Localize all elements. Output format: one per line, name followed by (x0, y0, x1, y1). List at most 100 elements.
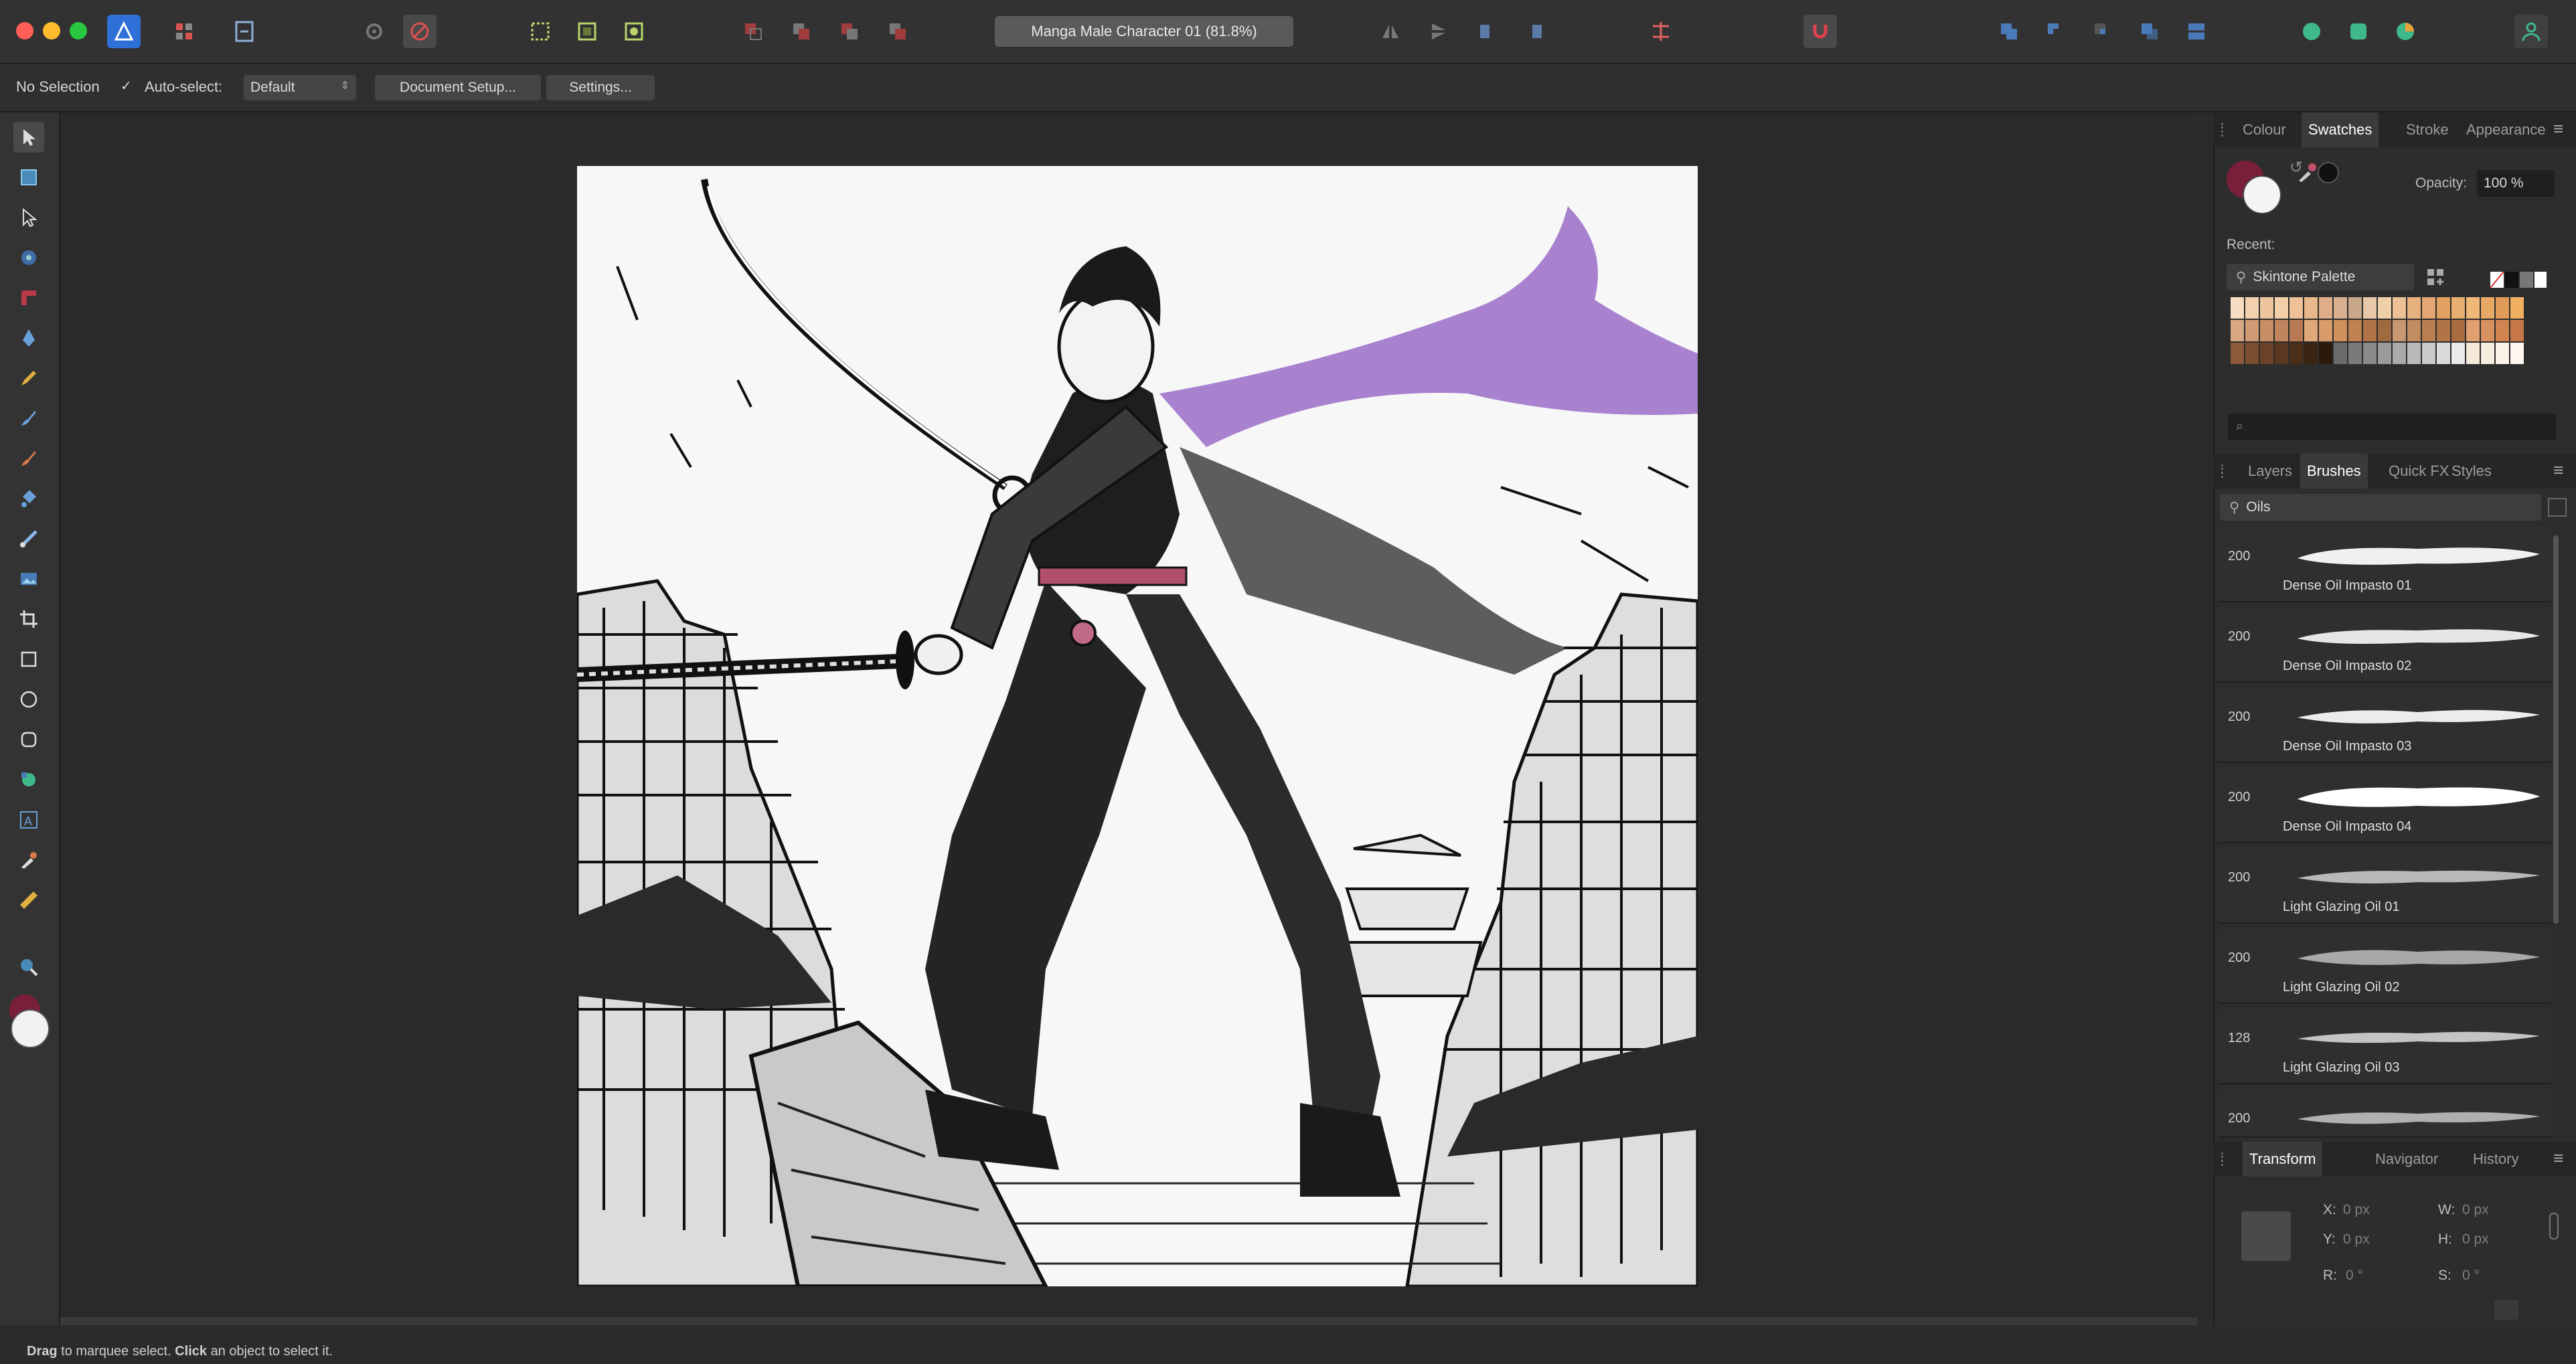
swatch-cell[interactable] (2304, 320, 2318, 341)
swatch-cell[interactable] (2231, 320, 2244, 341)
arrange-front-icon[interactable] (881, 15, 914, 48)
snapping-magnet-icon[interactable] (1803, 15, 1837, 48)
invert-selection-icon[interactable] (617, 15, 651, 48)
panel-grip-icon[interactable] (2221, 1153, 2230, 1166)
tab-swatches[interactable]: Swatches (2302, 112, 2379, 147)
swatch-cell[interactable] (2378, 343, 2391, 364)
recent-swatches-row[interactable] (2490, 271, 2547, 288)
swatch-cell[interactable] (2422, 297, 2435, 319)
recent-black-swatch[interactable] (2318, 162, 2339, 183)
swatch-cell[interactable] (2289, 320, 2303, 341)
panel-menu-icon[interactable]: ≡ (2553, 120, 2569, 137)
transform-options-icon[interactable] (2494, 1300, 2518, 1320)
swatch-cell[interactable] (2437, 297, 2450, 319)
zoom-tool-icon[interactable] (13, 952, 44, 983)
no-snap-icon[interactable] (403, 15, 436, 48)
swatch-cell[interactable] (2407, 297, 2421, 319)
place-image-tool-icon[interactable] (13, 564, 44, 594)
swatch-cell[interactable] (2481, 320, 2494, 341)
swatch-cell[interactable] (2363, 343, 2377, 364)
user-account-icon[interactable] (2514, 15, 2548, 48)
swatch-cell[interactable] (2304, 343, 2318, 364)
tab-quick-fx[interactable]: Quick FX (2389, 454, 2449, 489)
arrange-forward-icon[interactable] (833, 15, 866, 48)
brush-item[interactable]: 200 Dense Oil Impasto 04 (2219, 768, 2551, 843)
colour-wheel-icon[interactable] (2389, 15, 2422, 48)
swatch-cell[interactable] (2245, 343, 2259, 364)
align-icon[interactable] (1644, 15, 1678, 48)
designer-persona-icon[interactable] (107, 15, 141, 48)
link-dimensions-icon[interactable] (2549, 1213, 2559, 1240)
swatch-cell[interactable] (2422, 320, 2435, 341)
swatch-cell[interactable] (2348, 343, 2362, 364)
boolean-subtract-icon[interactable] (2039, 15, 2073, 48)
tab-colour[interactable]: Colour (2243, 112, 2286, 147)
swatch-cell[interactable] (2407, 320, 2421, 341)
crop-tool-icon[interactable] (13, 604, 44, 634)
swatch-cell[interactable] (2378, 320, 2391, 341)
skintone-swatch-grid[interactable] (2231, 297, 2525, 368)
swatch-cell[interactable] (2348, 320, 2362, 341)
pen-tool-icon[interactable] (13, 323, 44, 353)
swatch-cell[interactable] (2496, 343, 2509, 364)
swatch-cell[interactable] (2319, 343, 2332, 364)
tab-history[interactable]: History (2473, 1142, 2518, 1177)
swatch-cell[interactable] (2481, 297, 2494, 319)
brush-item[interactable]: 200 Dense Oil Impasto 02 (2219, 608, 2551, 683)
brush-item[interactable]: 200 Light Glazing Oil 02 (2219, 929, 2551, 1004)
swatch-cell[interactable] (2393, 320, 2406, 341)
swatch-cell[interactable] (2437, 320, 2450, 341)
swatch-cell[interactable] (2260, 297, 2273, 319)
colour-picker-tool-icon[interactable] (13, 845, 44, 875)
artistic-text-tool-icon[interactable]: A (13, 804, 44, 835)
palette-dropdown[interactable]: ⚲ Skintone Palette (2227, 264, 2414, 290)
ellipse-tool-icon[interactable] (13, 684, 44, 715)
swatch-cell[interactable] (2319, 320, 2332, 341)
x-field[interactable]: 0 px (2343, 1202, 2370, 1218)
panel-menu-icon[interactable]: ≡ (2553, 461, 2569, 479)
fill-swatch[interactable] (2243, 175, 2281, 214)
fill-colour-swatch[interactable] (11, 1009, 50, 1048)
swatch-cell[interactable] (2231, 343, 2244, 364)
flip-vertical-icon[interactable] (1422, 15, 1455, 48)
arrange-backward-icon[interactable] (785, 15, 818, 48)
tab-navigator[interactable]: Navigator (2375, 1142, 2438, 1177)
rotate-right-icon[interactable] (1518, 15, 1552, 48)
brushes-scrollbar[interactable] (2553, 535, 2559, 924)
pixel-persona-icon[interactable] (167, 15, 201, 48)
tab-styles[interactable]: Styles (2451, 454, 2492, 489)
swatch-cell[interactable] (2304, 297, 2318, 319)
swatch-search-input[interactable]: ⌕ (2228, 414, 2556, 440)
brush-view-toggle-icon[interactable] (2548, 498, 2567, 517)
point-transform-tool-icon[interactable] (13, 242, 44, 273)
tab-appearance[interactable]: Appearance (2466, 112, 2546, 147)
swatch-cell[interactable] (2334, 297, 2347, 319)
tab-stroke[interactable]: Stroke (2406, 112, 2449, 147)
shear-field[interactable]: 0 ° (2462, 1268, 2480, 1284)
horizontal-scrollbar[interactable] (60, 1317, 2197, 1325)
swatch-cell[interactable] (2245, 297, 2259, 319)
swatch-cell[interactable] (2422, 343, 2435, 364)
boolean-divide-icon[interactable] (2180, 15, 2213, 48)
swatch-cell[interactable] (2260, 320, 2273, 341)
swatch-cell[interactable] (2275, 297, 2288, 319)
swatch-cell[interactable] (2275, 343, 2288, 364)
boolean-intersect-icon[interactable] (2086, 15, 2119, 48)
swatch-cell[interactable] (2496, 297, 2509, 319)
move-tool-icon[interactable] (13, 122, 44, 153)
swatch-cell[interactable] (2496, 320, 2509, 341)
artboard-tool-icon[interactable] (13, 162, 44, 193)
panel-grip-icon[interactable] (2221, 464, 2230, 478)
close-window-button[interactable] (16, 22, 33, 39)
deselect-icon[interactable] (570, 15, 604, 48)
tab-layers[interactable]: Layers (2248, 454, 2292, 489)
swatch-cell[interactable] (2245, 320, 2259, 341)
brush-item[interactable]: 200 Light Glazing Oil 01 (2219, 849, 2551, 924)
swatch-cell[interactable] (2510, 297, 2524, 319)
swatch-cell[interactable] (2451, 297, 2465, 319)
rotation-field[interactable]: 0 ° (2346, 1268, 2363, 1284)
h-field[interactable]: 0 px (2462, 1231, 2489, 1248)
swatch-cell[interactable] (2466, 343, 2480, 364)
swatch-cell[interactable] (2393, 297, 2406, 319)
boolean-xor-icon[interactable] (2133, 15, 2166, 48)
